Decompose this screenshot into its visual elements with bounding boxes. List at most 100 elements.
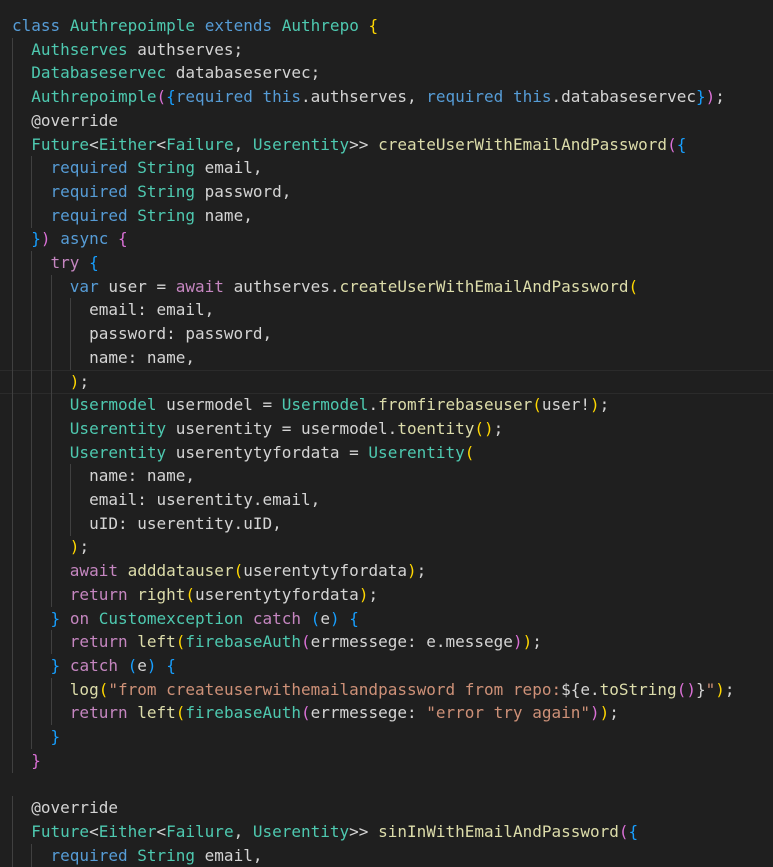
code-line[interactable]: ); bbox=[12, 535, 89, 559]
code-token: ) bbox=[69, 537, 80, 557]
code-token: required bbox=[175, 87, 253, 107]
code-line[interactable]: password: password, bbox=[12, 322, 272, 346]
code-token: async bbox=[60, 229, 109, 249]
code-token: ) bbox=[406, 561, 417, 581]
code-line[interactable]: var user = await authserves.createUserWi… bbox=[12, 275, 638, 299]
code-line[interactable]: Authrepoimple({required this.authserves,… bbox=[12, 85, 725, 109]
code-line[interactable]: name: name, bbox=[12, 346, 195, 370]
code-line[interactable]: return left(firebaseAuth(errmessege: "er… bbox=[12, 701, 619, 725]
code-token: name: name, bbox=[89, 466, 196, 486]
code-line[interactable]: } bbox=[12, 725, 61, 749]
code-line[interactable]: } catch (e) { bbox=[12, 654, 176, 678]
code-token: ( bbox=[532, 395, 542, 415]
code-token: toString bbox=[599, 679, 677, 699]
code-token: ( bbox=[156, 87, 167, 107]
code-line[interactable]: Userentity userentity = usermodel.toenti… bbox=[12, 417, 504, 441]
code-line[interactable]: uID: userentity.uID, bbox=[12, 512, 282, 536]
code-token: firebaseAuth bbox=[185, 703, 301, 723]
code-token: Authrepo bbox=[281, 16, 359, 35]
code-token: } bbox=[50, 727, 61, 746]
code-editor[interactable]: class Authrepoimple extends Authrepo { A… bbox=[0, 0, 773, 867]
code-token: on bbox=[69, 608, 90, 628]
code-token: ( bbox=[233, 561, 244, 581]
code-token: class bbox=[12, 16, 61, 35]
code-token: ) bbox=[40, 229, 51, 249]
code-line[interactable]: @override bbox=[12, 109, 118, 133]
code-line[interactable]: log("from createuserwithemailandpassword… bbox=[12, 678, 735, 702]
code-token: ( bbox=[618, 821, 629, 841]
code-token: String bbox=[137, 845, 196, 865]
code-token: .databaseservec bbox=[551, 87, 696, 107]
code-token: Userentity bbox=[368, 442, 465, 462]
code-line[interactable]: name: name, bbox=[12, 464, 195, 488]
code-token: this bbox=[512, 87, 552, 107]
code-line[interactable]: required String password, bbox=[12, 180, 292, 204]
code-line[interactable]: }) async { bbox=[12, 227, 127, 251]
code-token: required bbox=[50, 845, 128, 865]
code-token: ; bbox=[368, 584, 379, 604]
code-token: ${e. bbox=[561, 679, 600, 699]
code-token: await bbox=[175, 276, 224, 296]
code-token: uID: userentity.uID, bbox=[89, 513, 282, 533]
code-line[interactable]: Future<Either<Failure, Userentity>> crea… bbox=[12, 133, 686, 157]
code-line[interactable]: @override bbox=[12, 796, 118, 820]
code-line[interactable]: class Authrepoimple extends Authrepo { bbox=[12, 14, 378, 38]
code-token: { bbox=[166, 87, 176, 107]
code-line[interactable]: required String name, bbox=[12, 204, 253, 228]
code-line[interactable]: await adddatauser(userentytyfordata); bbox=[12, 559, 426, 583]
code-line[interactable]: email: userentity.email, bbox=[12, 488, 320, 512]
code-line[interactable]: } bbox=[12, 749, 41, 773]
code-token: } bbox=[50, 655, 61, 675]
code-line[interactable]: Future<Either<Failure, Userentity>> sinI… bbox=[12, 820, 638, 844]
code-token: ) bbox=[358, 584, 369, 604]
code-token: ) bbox=[146, 655, 157, 675]
code-line[interactable]: } on Customexception catch (e) { bbox=[12, 607, 359, 631]
code-token: Failure bbox=[166, 821, 234, 841]
code-line[interactable]: Usermodel usermodel = Usermodel.fromfire… bbox=[12, 393, 610, 417]
code-token: ; bbox=[609, 703, 619, 723]
code-line[interactable]: Authserves authserves; bbox=[12, 38, 243, 62]
code-line[interactable]: required String email, bbox=[12, 156, 263, 180]
code-token: } bbox=[31, 750, 41, 770]
code-line[interactable]: Databaseservec databaseservec; bbox=[12, 61, 320, 85]
code-token: authserves. bbox=[223, 276, 340, 296]
code-line[interactable]: email: email, bbox=[12, 298, 214, 322]
code-token: Usermodel bbox=[69, 395, 157, 415]
code-line[interactable]: return right(userentytyfordata); bbox=[12, 583, 378, 607]
code-token: right bbox=[137, 584, 186, 604]
code-line[interactable]: try { bbox=[12, 251, 99, 275]
code-token: var bbox=[69, 276, 99, 296]
code-token: email, bbox=[195, 845, 263, 865]
code-token: required bbox=[50, 205, 128, 225]
code-line[interactable]: Userentity userentytyfordata = Userentit… bbox=[12, 441, 475, 465]
code-token: , bbox=[233, 134, 253, 154]
code-token: String bbox=[137, 205, 196, 225]
code-token: errmessege: bbox=[310, 703, 427, 723]
code-line[interactable]: ); bbox=[12, 370, 89, 394]
code-token: Failure bbox=[166, 134, 234, 154]
code-line[interactable]: return left(firebaseAuth(errmessege: e.m… bbox=[12, 630, 542, 654]
code-line[interactable]: required String email, bbox=[12, 844, 263, 867]
code-token: log bbox=[69, 679, 99, 699]
code-token: ( bbox=[127, 655, 138, 675]
